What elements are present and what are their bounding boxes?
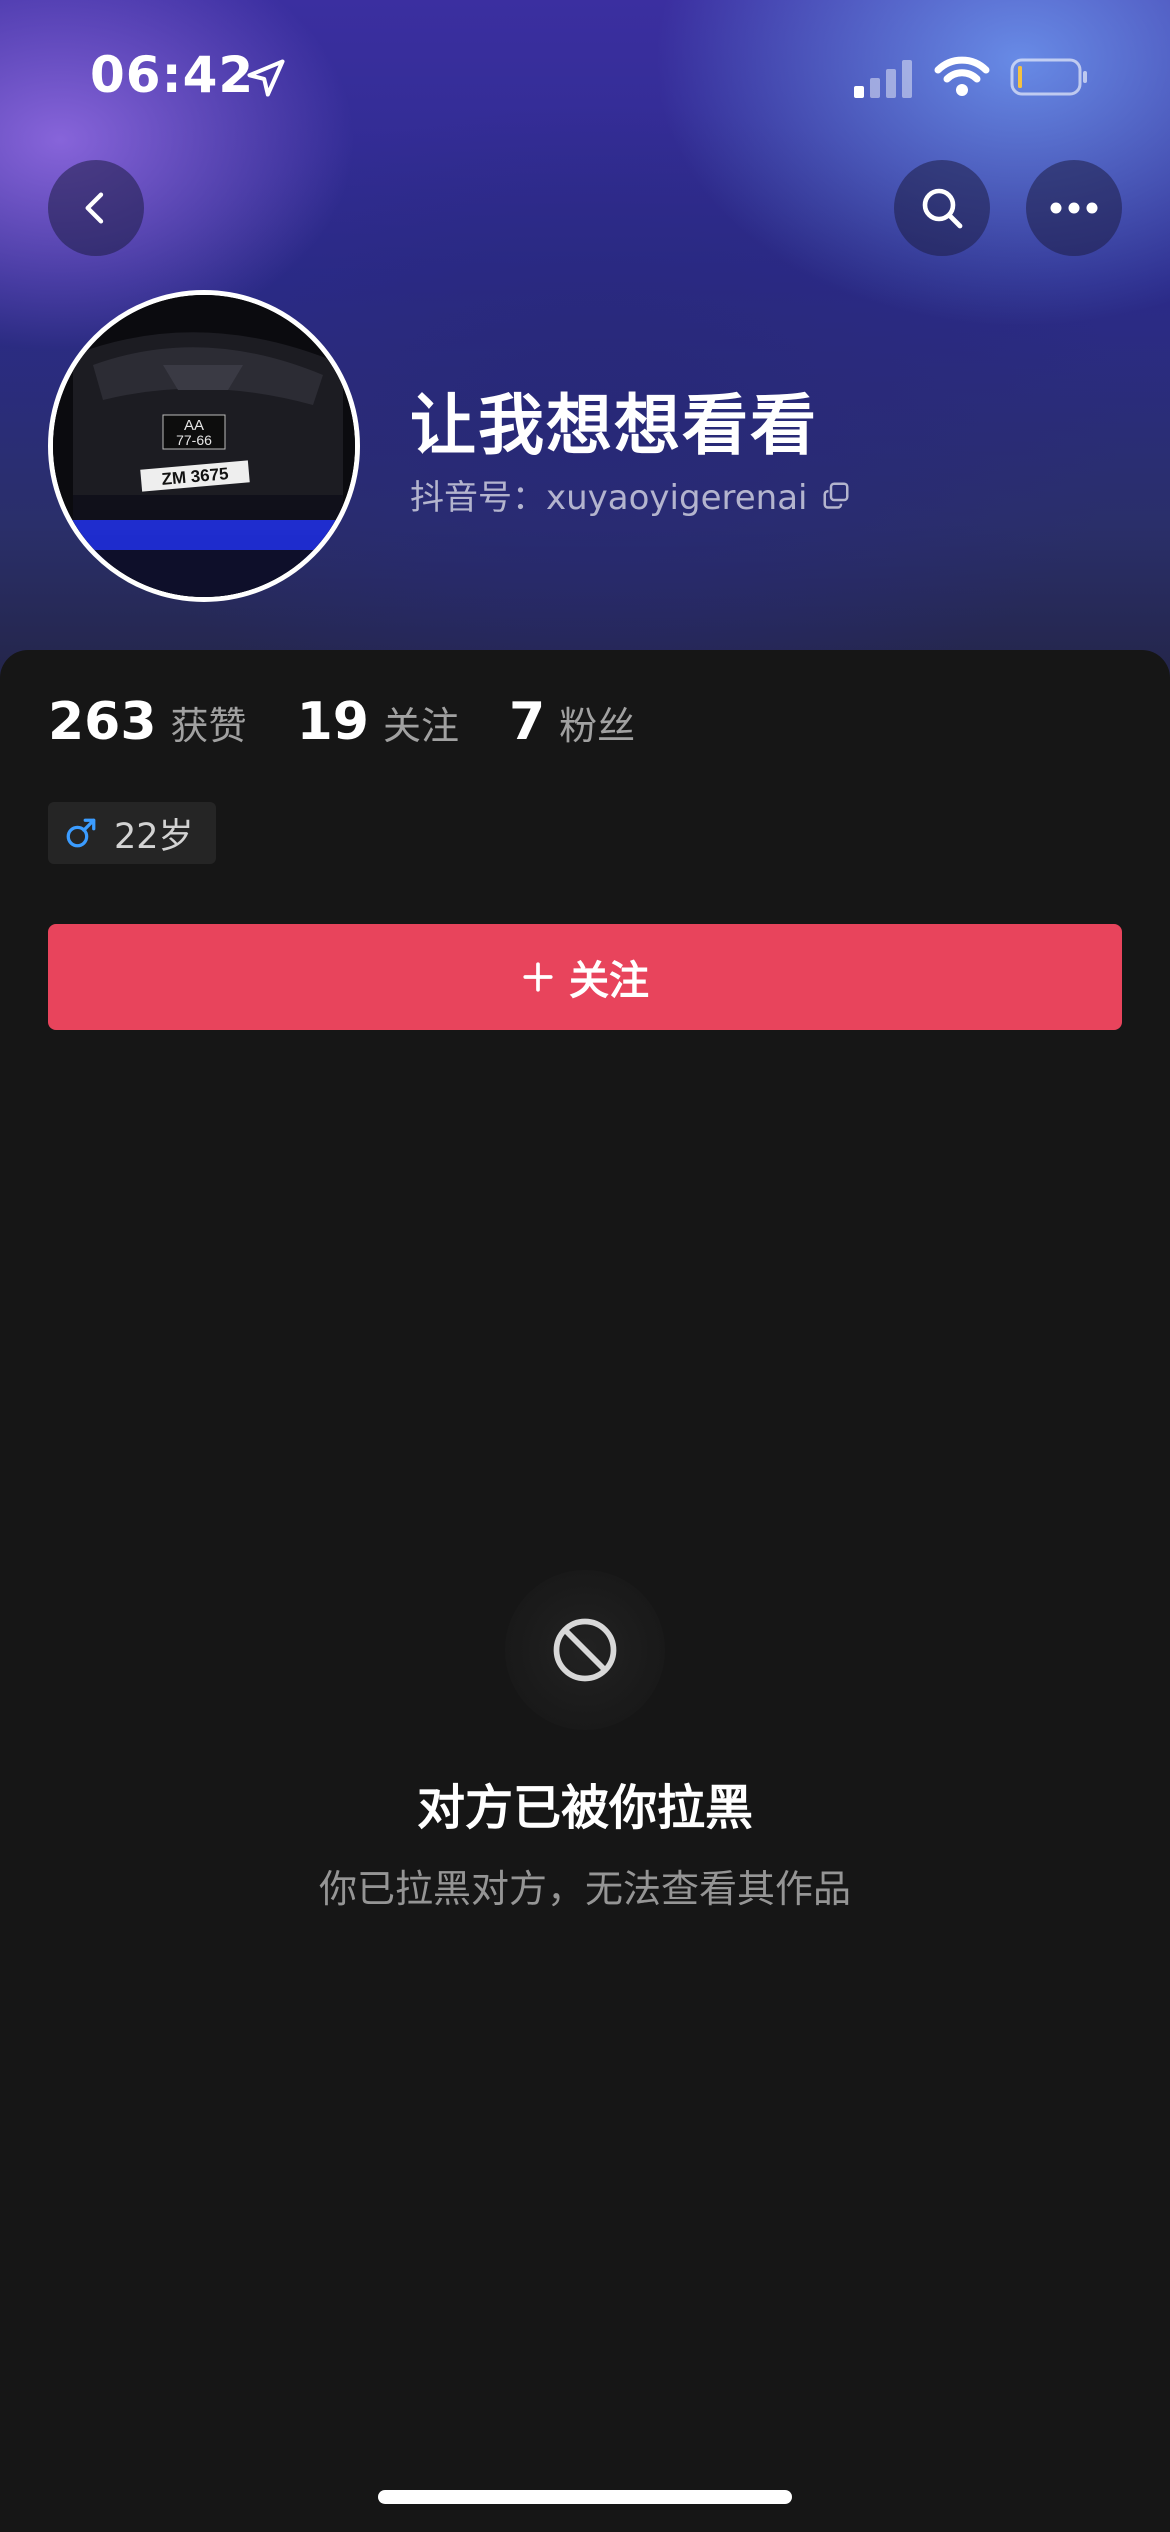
back-button[interactable] (48, 160, 144, 256)
avatar-car-image: AA 77-66 ZM 3675 (53, 295, 355, 597)
nickname: 让我想想看看 (410, 387, 818, 464)
profile-stats: 263 获赞 19 关注 7 粉丝 (48, 692, 685, 752)
avatar-plate-top-2: 77-66 (176, 432, 212, 448)
home-indicator[interactable] (378, 2490, 792, 2504)
stat-following-count: 19 (296, 692, 369, 752)
stat-likes-count: 263 (48, 692, 157, 752)
stat-following-label: 关注 (382, 704, 459, 748)
blocked-title: 对方已被你拉黑 (416, 1780, 753, 1836)
blocked-icon (553, 1618, 617, 1682)
chevron-left-icon (85, 192, 104, 224)
gender-age-tag: 22岁 (48, 802, 216, 864)
follow-button-label: 关注 (569, 958, 649, 1004)
status-time: 06:42 (90, 46, 255, 104)
location-arrow-icon (247, 59, 285, 97)
blocked-description: 你已拉黑对方，无法查看其作品 (318, 1867, 851, 1911)
stat-following[interactable]: 19 关注 (297, 692, 459, 752)
cellular-signal-icon (854, 60, 912, 98)
copy-icon[interactable] (821, 480, 851, 510)
search-button[interactable] (894, 160, 990, 256)
stat-likes[interactable]: 263 获赞 (48, 692, 247, 752)
more-dots-icon (1050, 202, 1098, 214)
search-icon (922, 188, 963, 229)
male-icon (66, 818, 96, 848)
plus-icon (523, 962, 553, 992)
follow-button[interactable]: 关注 (48, 924, 1122, 1030)
wifi-icon (934, 56, 990, 96)
avatar[interactable]: AA 77-66 ZM 3675 (48, 290, 360, 602)
blocked-icon-container (505, 1570, 665, 1730)
stat-followers-label: 粉丝 (559, 704, 636, 748)
stat-likes-label: 获赞 (170, 704, 247, 748)
douyin-id-text: 抖音号：xuyaoyigerenai (410, 478, 808, 518)
age-text: 22岁 (114, 816, 194, 857)
battery-icon (1010, 58, 1087, 96)
stat-followers[interactable]: 7 粉丝 (509, 692, 635, 752)
douyin-id[interactable]: 抖音号：xuyaoyigerenai (410, 470, 851, 519)
stat-followers-count: 7 (508, 692, 546, 752)
more-options-button[interactable] (1026, 160, 1122, 256)
